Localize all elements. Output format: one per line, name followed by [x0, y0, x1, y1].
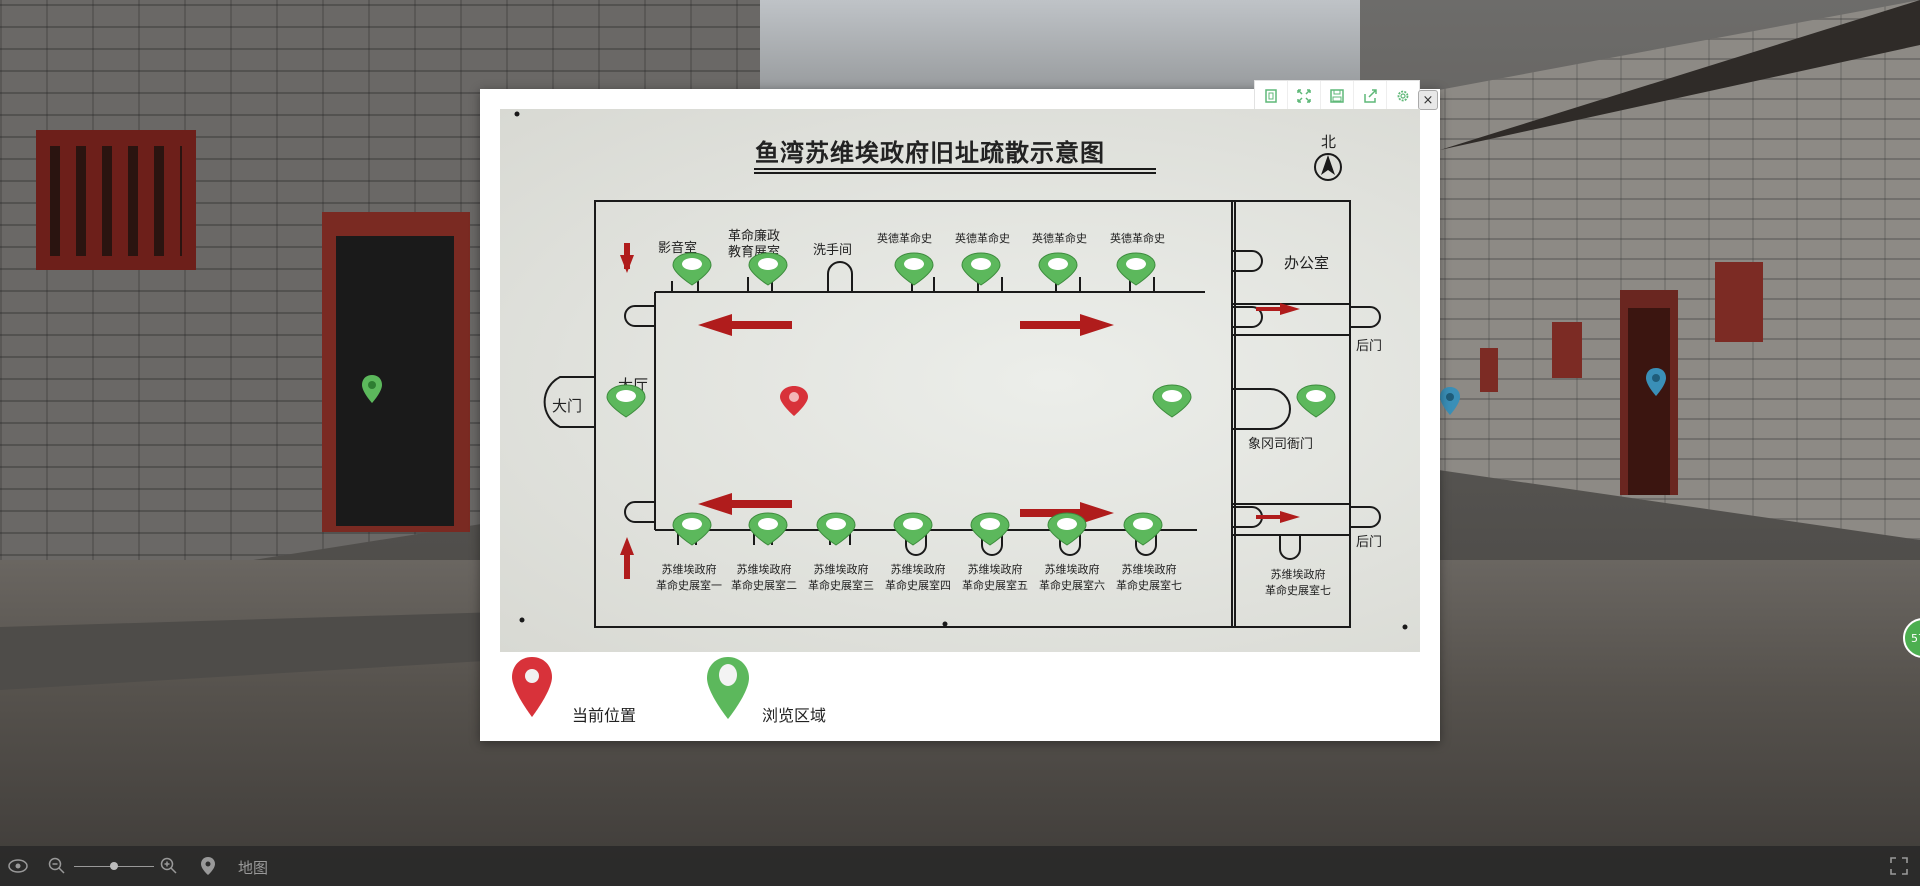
browse-area-pin[interactable]	[968, 511, 1012, 547]
settings-icon[interactable]	[1387, 81, 1419, 111]
main-gate-label: 大门	[552, 397, 583, 415]
browse-area-pin[interactable]	[1150, 383, 1194, 419]
evacuation-map: 鱼湾苏维埃政府旧址疏散示意图 北 影音室 革命廉政 教育展室 洗手间 英德革命史…	[500, 109, 1420, 652]
right-window	[1715, 262, 1763, 342]
browse-area-pin[interactable]	[1121, 511, 1165, 547]
room-label: 苏维埃政府 革命史展室六	[1039, 563, 1105, 592]
room-label: 苏维埃政府 革命史展室四	[885, 563, 951, 592]
right-window-2	[1552, 322, 1582, 378]
hotspot-blue-icon[interactable]	[1645, 367, 1667, 397]
room-label: 苏维埃政府 革命史展室二	[731, 563, 797, 592]
map-button[interactable]: 地图	[238, 857, 268, 878]
room-label: 苏维埃政府 革命史展室五	[962, 563, 1028, 592]
room-label: 苏维埃政府 革命史展室七	[1265, 568, 1331, 597]
room-label: 洗手间	[813, 243, 853, 258]
back-gate-label: 后门	[1356, 339, 1383, 354]
zoom-slider-handle[interactable]	[110, 862, 118, 870]
yamen-gate-label: 象冈司衙门	[1248, 437, 1314, 452]
map-title: 鱼湾苏维埃政府旧址疏散示意图	[755, 138, 1105, 167]
browse-area-pin[interactable]	[604, 383, 648, 419]
back-gate-label: 后门	[1356, 535, 1383, 550]
current-location-legend-icon	[510, 655, 554, 723]
room-label: 英德革命史	[877, 232, 932, 245]
browse-area-pin[interactable]	[959, 251, 1003, 287]
bottom-toolbar: 地图	[0, 846, 1920, 886]
browse-area-pin[interactable]	[670, 511, 714, 547]
save-icon[interactable]	[1321, 81, 1354, 111]
close-button[interactable]: ×	[1418, 90, 1438, 110]
fullscreen-icon[interactable]	[1890, 857, 1908, 879]
fit-icon[interactable]	[1255, 81, 1288, 111]
legend-browse-label: 浏览区域	[762, 706, 827, 725]
location-pin-icon[interactable]	[200, 856, 216, 880]
left-window	[36, 130, 196, 270]
right-window-3	[1480, 348, 1498, 392]
north-label: 北	[1321, 133, 1337, 151]
browse-area-legend-icon	[705, 655, 751, 725]
room-label: 英德革命史	[955, 232, 1010, 245]
office-label: 办公室	[1284, 254, 1330, 272]
room-label: 苏维埃政府 革命史展室三	[808, 563, 874, 592]
left-doorway	[322, 212, 470, 532]
current-location-pin[interactable]	[777, 384, 811, 418]
browse-area-pin[interactable]	[814, 511, 858, 547]
hotspot-green-icon[interactable]	[361, 374, 383, 404]
room-label: 英德革命史	[1032, 232, 1087, 245]
browse-area-pin[interactable]	[1036, 251, 1080, 287]
browse-area-pin[interactable]	[670, 251, 714, 287]
room-label: 英德革命史	[1110, 232, 1165, 245]
browse-area-pin[interactable]	[1294, 383, 1338, 419]
zoom-out-icon[interactable]	[48, 857, 66, 879]
zoom-in-icon[interactable]	[160, 857, 178, 879]
browse-area-pin[interactable]	[746, 511, 790, 547]
browse-area-pin[interactable]	[1045, 511, 1089, 547]
browse-area-pin[interactable]	[746, 251, 790, 287]
hotspot-blue-icon[interactable]	[1439, 386, 1461, 416]
browse-area-pin[interactable]	[891, 511, 935, 547]
room-label: 苏维埃政府 革命史展室七	[1116, 563, 1182, 592]
modal-toolbar	[1254, 80, 1420, 112]
browse-area-pin[interactable]	[1114, 251, 1158, 287]
room-label: 苏维埃政府 革命史展室一	[656, 563, 722, 592]
view-mode-icon[interactable]	[8, 856, 28, 880]
browse-area-pin[interactable]	[892, 251, 936, 287]
legend-current-label: 当前位置	[572, 706, 637, 725]
fullscreen-icon[interactable]	[1288, 81, 1321, 111]
share-icon[interactable]	[1354, 81, 1387, 111]
